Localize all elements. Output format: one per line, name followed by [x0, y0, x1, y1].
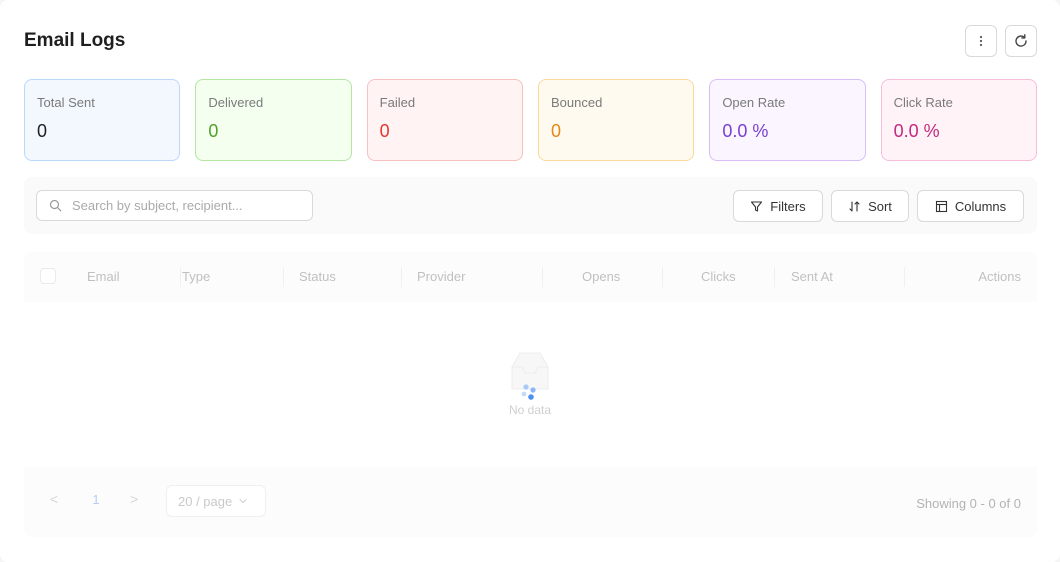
table-toolbar: Filters Sort Columns — [24, 177, 1037, 234]
stat-click-rate: Click Rate 0.0 % — [880, 79, 1037, 161]
sort-icon — [849, 200, 860, 212]
page-number-current[interactable]: 1 — [82, 485, 110, 513]
showing-count: Showing 0 - 0 of 0 — [916, 496, 1021, 511]
stat-value: 0 — [37, 121, 48, 141]
stat-total-sent: Total Sent 0 — [24, 79, 181, 161]
page-size-value: 20 / page — [178, 493, 233, 509]
more-vertical-icon — [979, 35, 983, 47]
column-divider — [774, 267, 775, 287]
column-divider — [180, 267, 181, 287]
columns-button[interactable]: Columns — [917, 190, 1024, 222]
refresh-button[interactable] — [1005, 25, 1037, 57]
search-icon — [49, 199, 62, 212]
stats-row: Total Sent 0 Delivered 0 Failed 0 Bounce… — [24, 79, 1037, 161]
email-logs-card: Email Logs Total Sent 0 Delivered 0 Fail… — [0, 0, 1060, 562]
column-header-email[interactable]: Email — [87, 269, 120, 284]
stat-value: 0 — [208, 121, 219, 141]
stat-value: 0 — [379, 121, 390, 141]
column-header-opens[interactable]: Opens — [582, 269, 620, 284]
column-divider — [401, 267, 402, 287]
stat-value: 0.0 % — [893, 121, 940, 141]
next-page-button[interactable]: > — [130, 491, 138, 507]
filters-button[interactable]: Filters — [733, 190, 823, 222]
stat-label: Total Sent — [37, 95, 95, 110]
columns-label: Columns — [954, 198, 1007, 214]
stat-label: Failed — [379, 95, 416, 110]
sort-label: Sort — [868, 198, 892, 214]
column-divider — [283, 267, 284, 287]
column-header-sent-at[interactable]: Sent At — [791, 269, 833, 284]
search-box[interactable] — [36, 190, 313, 221]
more-options-button[interactable] — [965, 25, 997, 57]
filter-icon — [751, 200, 763, 212]
page-title: Email Logs — [24, 30, 126, 51]
column-divider — [904, 267, 905, 287]
stat-label: Click Rate — [893, 95, 953, 110]
empty-state: No data — [490, 345, 570, 425]
stat-failed: Failed 0 — [366, 79, 523, 161]
column-divider — [662, 267, 663, 287]
column-header-status[interactable]: Status — [299, 269, 336, 284]
page-size-select[interactable]: 20 / page — [166, 485, 266, 517]
column-header-type[interactable]: Type — [182, 269, 210, 284]
filters-label: Filters — [770, 198, 806, 214]
stat-value: 0 — [550, 121, 561, 141]
empty-state-text: No data — [508, 403, 552, 417]
table-header: Email Type Status Provider Opens Clicks … — [24, 252, 1037, 302]
select-all-checkbox[interactable] — [40, 268, 56, 284]
stat-delivered: Delivered 0 — [195, 79, 352, 161]
stat-open-rate: Open Rate 0.0 % — [709, 79, 866, 161]
column-header-provider[interactable]: Provider — [417, 269, 465, 284]
search-input[interactable] — [72, 198, 292, 213]
refresh-icon — [1015, 34, 1027, 47]
stat-bounced: Bounced 0 — [537, 79, 695, 161]
pagination-bar: < 1 > 20 / page Showing 0 - 0 of 0 — [24, 467, 1037, 537]
sort-button[interactable]: Sort — [831, 190, 909, 222]
column-header-actions[interactable]: Actions — [978, 269, 1021, 284]
chevron-down-icon — [239, 498, 247, 504]
stat-label: Open Rate — [722, 95, 786, 110]
column-header-clicks[interactable]: Clicks — [701, 269, 736, 284]
stat-label: Bounced — [550, 95, 603, 110]
columns-icon — [935, 200, 947, 212]
stat-value: 0.0 % — [722, 121, 769, 141]
column-divider — [542, 267, 543, 287]
loading-spinner-icon — [521, 384, 536, 400]
prev-page-button[interactable]: < — [50, 491, 58, 507]
stat-label: Delivered — [208, 95, 264, 110]
